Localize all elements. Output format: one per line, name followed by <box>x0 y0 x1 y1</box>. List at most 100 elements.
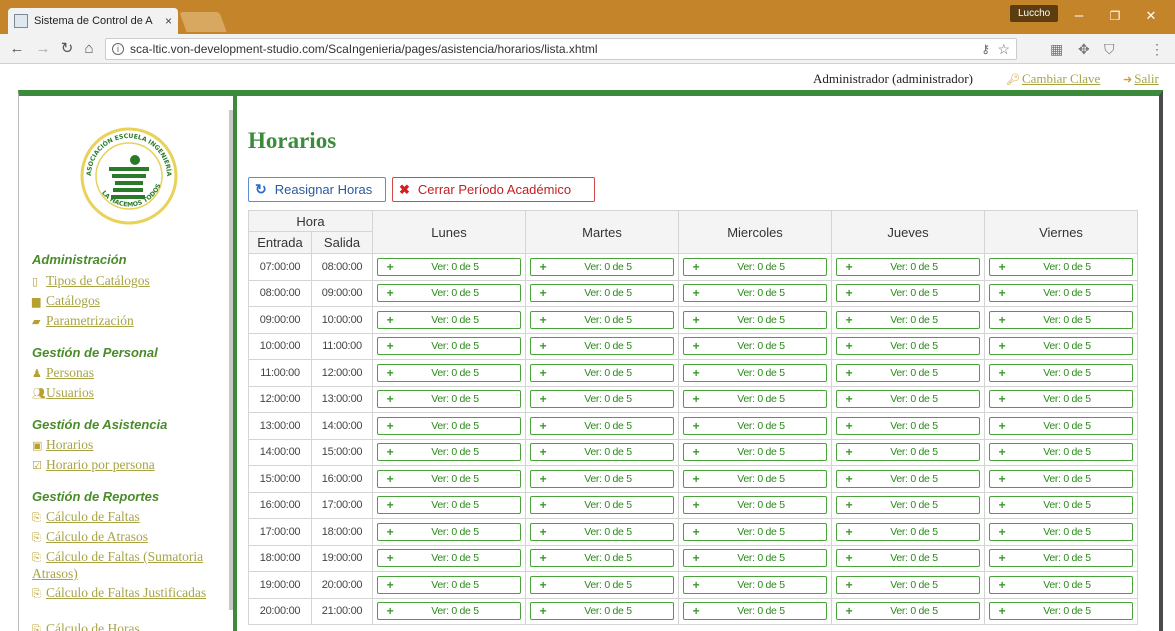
reload-icon[interactable]: ↻ <box>58 40 76 58</box>
view-slot-button[interactable]: + Ver: 0 de 5 <box>377 469 521 488</box>
view-slot-button[interactable]: + Ver: 0 de 5 <box>989 496 1133 515</box>
key-icon[interactable]: ⚷ <box>981 42 990 56</box>
view-slot-button[interactable]: + Ver: 0 de 5 <box>683 416 827 435</box>
view-slot-button[interactable]: + Ver: 0 de 5 <box>836 257 980 276</box>
view-slot-button[interactable]: + Ver: 0 de 5 <box>377 257 521 276</box>
view-slot-button[interactable]: + Ver: 0 de 5 <box>530 522 674 541</box>
view-slot-button[interactable]: + Ver: 0 de 5 <box>989 310 1133 329</box>
menu-item-calculo-faltas[interactable]: ⎘ Cálculo de Faltas <box>32 509 232 526</box>
view-slot-button[interactable]: + Ver: 0 de 5 <box>530 363 674 382</box>
logout-link[interactable]: ➜ Salir <box>1123 71 1159 87</box>
view-slot-button[interactable]: + Ver: 0 de 5 <box>377 416 521 435</box>
menu-item-horario-persona[interactable]: ☑ Horario por persona <box>32 457 232 474</box>
view-slot-button[interactable]: + Ver: 0 de 5 <box>683 522 827 541</box>
address-bar[interactable]: i sca-ltic.von-development-studio.com/Sc… <box>105 38 1017 60</box>
view-slot-button[interactable]: + Ver: 0 de 5 <box>989 390 1133 409</box>
view-slot-button[interactable]: + Ver: 0 de 5 <box>836 522 980 541</box>
view-slot-button[interactable]: + Ver: 0 de 5 <box>683 363 827 382</box>
view-slot-button[interactable]: + Ver: 0 de 5 <box>683 337 827 356</box>
view-slot-button[interactable]: + Ver: 0 de 5 <box>530 416 674 435</box>
view-slot-button[interactable]: + Ver: 0 de 5 <box>836 496 980 515</box>
view-slot-button[interactable]: + Ver: 0 de 5 <box>377 602 521 621</box>
menu-item-tipos-catalogos[interactable]: ▯ Tipos de Catálogos <box>32 273 232 290</box>
view-slot-button[interactable]: + Ver: 0 de 5 <box>683 549 827 568</box>
view-slot-button[interactable]: + Ver: 0 de 5 <box>377 390 521 409</box>
view-slot-button[interactable]: + Ver: 0 de 5 <box>683 284 827 303</box>
menu-item-calculo-horas[interactable]: ⎘ Cálculo de Horas <box>32 621 232 631</box>
view-slot-button[interactable]: + Ver: 0 de 5 <box>530 443 674 462</box>
view-slot-button[interactable]: + Ver: 0 de 5 <box>683 496 827 515</box>
view-slot-button[interactable]: + Ver: 0 de 5 <box>989 337 1133 356</box>
view-slot-button[interactable]: + Ver: 0 de 5 <box>989 469 1133 488</box>
menu-item-calculo-faltas-sumatoria[interactable]: ⎘ Cálculo de Faltas (Sumatoria Atrasos) <box>32 549 232 582</box>
menu-item-horarios[interactable]: ▣ Horarios <box>32 437 232 454</box>
menu-item-usuarios[interactable]: 👥︎Usuarios <box>32 385 232 402</box>
view-slot-button[interactable]: + Ver: 0 de 5 <box>530 337 674 356</box>
view-slot-button[interactable]: + Ver: 0 de 5 <box>836 575 980 594</box>
view-slot-button[interactable]: + Ver: 0 de 5 <box>683 310 827 329</box>
view-slot-button[interactable]: + Ver: 0 de 5 <box>989 549 1133 568</box>
view-slot-button[interactable]: + Ver: 0 de 5 <box>377 549 521 568</box>
view-slot-button[interactable]: + Ver: 0 de 5 <box>683 575 827 594</box>
view-slot-button[interactable]: + Ver: 0 de 5 <box>530 257 674 276</box>
close-window-icon[interactable]: ✕ <box>1140 6 1162 26</box>
view-slot-button[interactable]: + Ver: 0 de 5 <box>836 416 980 435</box>
view-slot-button[interactable]: + Ver: 0 de 5 <box>989 602 1133 621</box>
view-slot-button[interactable]: + Ver: 0 de 5 <box>530 496 674 515</box>
menu-item-calculo-faltas-justificadas[interactable]: ⎘ Cálculo de Faltas Justificadas <box>32 585 232 602</box>
reassign-hours-button[interactable]: ↻ Reasignar Horas <box>248 177 386 202</box>
browser-tab[interactable]: Sistema de Control de A × <box>8 8 178 34</box>
view-slot-button[interactable]: + Ver: 0 de 5 <box>377 443 521 462</box>
view-slot-button[interactable]: + Ver: 0 de 5 <box>377 337 521 356</box>
view-slot-button[interactable]: + Ver: 0 de 5 <box>836 469 980 488</box>
forward-icon[interactable]: → <box>34 40 52 58</box>
view-slot-button[interactable]: + Ver: 0 de 5 <box>683 257 827 276</box>
view-slot-button[interactable]: + Ver: 0 de 5 <box>836 390 980 409</box>
close-period-button[interactable]: ✖ Cerrar Período Académico <box>392 177 595 202</box>
view-slot-button[interactable]: + Ver: 0 de 5 <box>989 443 1133 462</box>
view-slot-button[interactable]: + Ver: 0 de 5 <box>377 522 521 541</box>
extension-icon[interactable]: ⛉ <box>1104 41 1115 58</box>
view-slot-button[interactable]: + Ver: 0 de 5 <box>683 602 827 621</box>
view-slot-button[interactable]: + Ver: 0 de 5 <box>530 284 674 303</box>
view-slot-button[interactable]: + Ver: 0 de 5 <box>989 522 1133 541</box>
view-slot-button[interactable]: + Ver: 0 de 5 <box>683 469 827 488</box>
menu-item-calculo-atrasos[interactable]: ⎘ Cálculo de Atrasos <box>32 529 232 546</box>
view-slot-button[interactable]: + Ver: 0 de 5 <box>530 310 674 329</box>
bookmark-star-icon[interactable]: ☆ <box>997 41 1010 58</box>
view-slot-button[interactable]: + Ver: 0 de 5 <box>989 284 1133 303</box>
menu-item-personas[interactable]: ♟ Personas <box>32 365 232 382</box>
view-slot-button[interactable]: + Ver: 0 de 5 <box>530 390 674 409</box>
restore-icon[interactable]: ❐ <box>1104 6 1126 26</box>
view-slot-button[interactable]: + Ver: 0 de 5 <box>989 575 1133 594</box>
view-slot-button[interactable]: + Ver: 0 de 5 <box>377 363 521 382</box>
menu-item-catalogos[interactable]: ▆ Catálogos <box>32 293 232 310</box>
view-slot-button[interactable]: + Ver: 0 de 5 <box>836 443 980 462</box>
back-icon[interactable]: ← <box>8 40 26 58</box>
change-password-link[interactable]: 🔑︎ Cambiar Clave <box>1006 71 1100 87</box>
view-slot-button[interactable]: + Ver: 0 de 5 <box>836 310 980 329</box>
view-slot-button[interactable]: + Ver: 0 de 5 <box>989 416 1133 435</box>
site-info-icon[interactable]: i <box>112 43 124 55</box>
view-slot-button[interactable]: + Ver: 0 de 5 <box>530 575 674 594</box>
view-slot-button[interactable]: + Ver: 0 de 5 <box>377 310 521 329</box>
view-slot-button[interactable]: + Ver: 0 de 5 <box>836 602 980 621</box>
view-slot-button[interactable]: + Ver: 0 de 5 <box>836 549 980 568</box>
extension-icon[interactable]: ✥ <box>1078 41 1090 58</box>
view-slot-button[interactable]: + Ver: 0 de 5 <box>989 363 1133 382</box>
menu-item-parametrizacion[interactable]: ▰ Parametrización <box>32 313 232 330</box>
view-slot-button[interactable]: + Ver: 0 de 5 <box>530 469 674 488</box>
tab-close-icon[interactable]: × <box>165 14 172 28</box>
view-slot-button[interactable]: + Ver: 0 de 5 <box>989 257 1133 276</box>
view-slot-button[interactable]: + Ver: 0 de 5 <box>377 575 521 594</box>
view-slot-button[interactable]: + Ver: 0 de 5 <box>530 602 674 621</box>
new-tab-button[interactable] <box>179 12 227 32</box>
view-slot-button[interactable]: + Ver: 0 de 5 <box>836 284 980 303</box>
extension-icon[interactable]: ▦ <box>1050 41 1063 58</box>
view-slot-button[interactable]: + Ver: 0 de 5 <box>377 284 521 303</box>
profile-badge[interactable]: Luccho <box>1010 5 1059 22</box>
view-slot-button[interactable]: + Ver: 0 de 5 <box>683 443 827 462</box>
minimize-icon[interactable]: – <box>1068 6 1090 26</box>
view-slot-button[interactable]: + Ver: 0 de 5 <box>683 390 827 409</box>
view-slot-button[interactable]: + Ver: 0 de 5 <box>836 337 980 356</box>
